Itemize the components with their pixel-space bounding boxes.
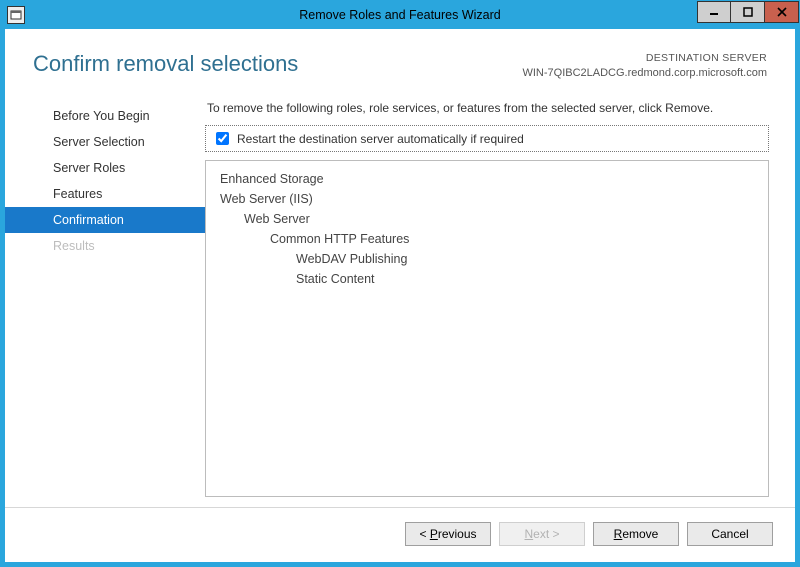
instruction-text: To remove the following roles, role serv… [207,101,769,115]
nav-item-server-roles[interactable]: Server Roles [5,155,205,181]
window-buttons [697,1,799,29]
destination-server: WIN-7QIBC2LADCG.redmond.corp.microsoft.c… [522,66,767,81]
destination-info: DESTINATION SERVER WIN-7QIBC2LADCG.redmo… [522,51,767,81]
minimize-button[interactable] [697,1,731,23]
footer: < Previous Next > Remove Cancel [5,507,795,562]
header: Confirm removal selections DESTINATION S… [5,29,795,85]
list-item[interactable]: Web Server (IIS) [216,189,758,209]
destination-label: DESTINATION SERVER [522,51,767,66]
titlebar: Remove Roles and Features Wizard [1,1,799,29]
app-icon [7,6,25,24]
content-area: Confirm removal selections DESTINATION S… [1,29,799,566]
removal-list[interactable]: Enhanced StorageWeb Server (IIS)Web Serv… [205,160,769,497]
nav-item-confirmation[interactable]: Confirmation [5,207,205,233]
list-item[interactable]: Web Server [216,209,758,229]
list-item[interactable]: Static Content [216,269,758,289]
restart-checkbox[interactable] [216,132,229,145]
nav-item-before-you-begin[interactable]: Before You Begin [5,103,205,129]
list-item[interactable]: Common HTTP Features [216,229,758,249]
page-title: Confirm removal selections [33,51,298,77]
window-title: Remove Roles and Features Wizard [1,8,799,22]
restart-label: Restart the destination server automatic… [237,132,524,146]
nav-item-server-selection[interactable]: Server Selection [5,129,205,155]
next-button: Next > [499,522,585,546]
nav-item-results: Results [5,233,205,259]
wizard-window: Remove Roles and Features Wizard Confirm… [0,0,800,567]
cancel-button[interactable]: Cancel [687,522,773,546]
maximize-button[interactable] [731,1,765,23]
previous-button[interactable]: < Previous [405,522,491,546]
wizard-nav: Before You BeginServer SelectionServer R… [5,95,205,497]
nav-item-features[interactable]: Features [5,181,205,207]
list-item[interactable]: WebDAV Publishing [216,249,758,269]
close-button[interactable] [765,1,799,23]
restart-checkbox-row[interactable]: Restart the destination server automatic… [205,125,769,152]
remove-button[interactable]: Remove [593,522,679,546]
body: Before You BeginServer SelectionServer R… [5,85,795,507]
list-item[interactable]: Enhanced Storage [216,169,758,189]
main-panel: To remove the following roles, role serv… [205,95,769,497]
